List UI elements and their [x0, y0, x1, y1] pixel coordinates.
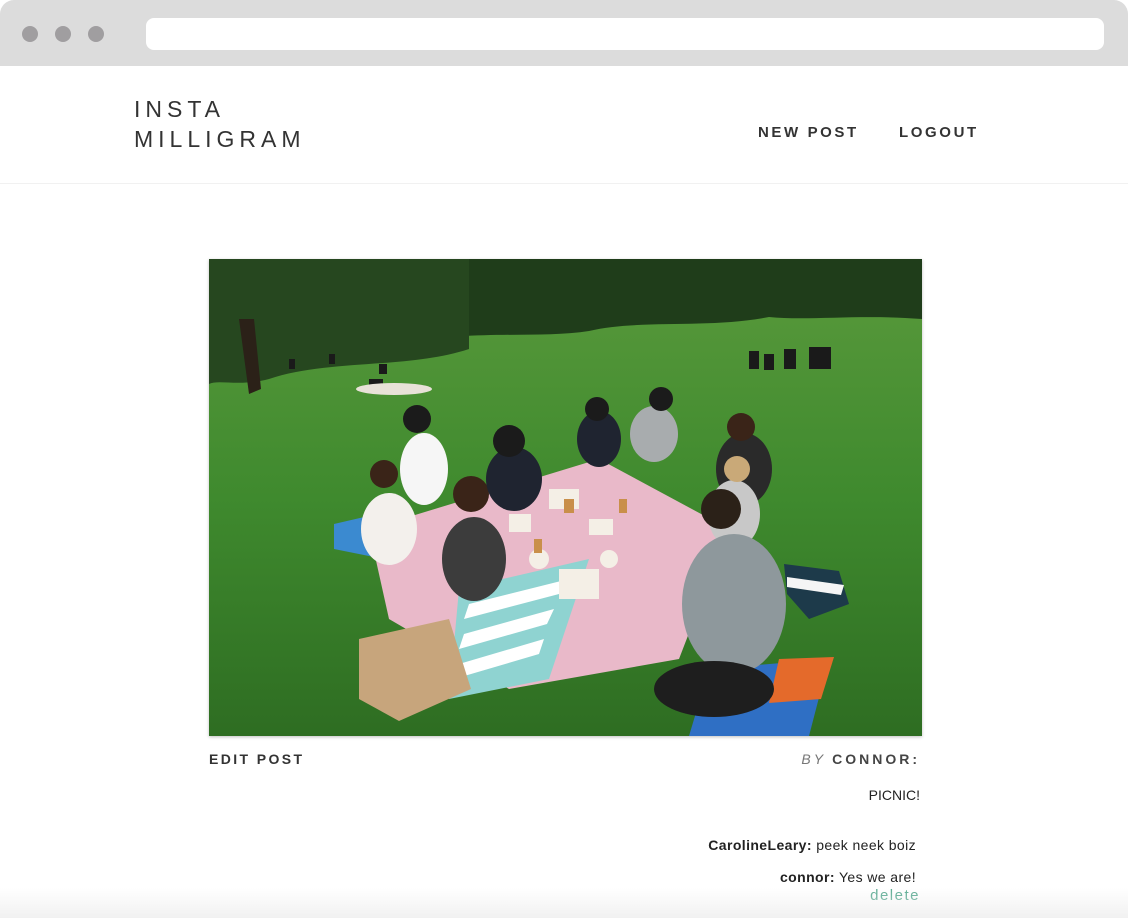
author-name[interactable]: CONNOR:	[832, 751, 920, 767]
comment-user[interactable]: CarolineLeary:	[708, 837, 812, 853]
logout-link[interactable]: LOGOUT	[899, 124, 979, 141]
post-image	[209, 259, 922, 736]
comment: connor: Yes we are!	[780, 869, 916, 885]
new-post-link[interactable]: NEW POST	[758, 124, 859, 141]
comment: CarolineLeary: peek neek boiz	[708, 837, 916, 853]
post-author: BY CONNOR:	[801, 751, 920, 767]
delete-comment-button[interactable]: delete	[870, 887, 920, 904]
window-close-dot[interactable]	[22, 26, 38, 42]
logo-line-2: MILLIGRAM	[134, 126, 306, 152]
address-bar[interactable]	[146, 18, 1104, 50]
site-header: INSTA MILLIGRAM NEW POST LOGOUT	[0, 66, 1128, 184]
logo-line-1: INSTA	[134, 96, 226, 122]
comment-text: Yes we are!	[838, 869, 916, 885]
site-logo[interactable]: INSTA MILLIGRAM	[134, 94, 306, 154]
window-maximize-dot[interactable]	[88, 26, 104, 42]
edit-post-button[interactable]: EDIT POST	[209, 751, 305, 767]
page-bottom-fade	[0, 888, 1128, 918]
browser-chrome	[0, 0, 1128, 66]
post-caption: PICNIC!	[868, 787, 920, 803]
by-label: BY	[801, 751, 827, 767]
window-minimize-dot[interactable]	[55, 26, 71, 42]
comment-text: peek neek boiz	[816, 837, 916, 853]
comment-user[interactable]: connor:	[780, 869, 835, 885]
